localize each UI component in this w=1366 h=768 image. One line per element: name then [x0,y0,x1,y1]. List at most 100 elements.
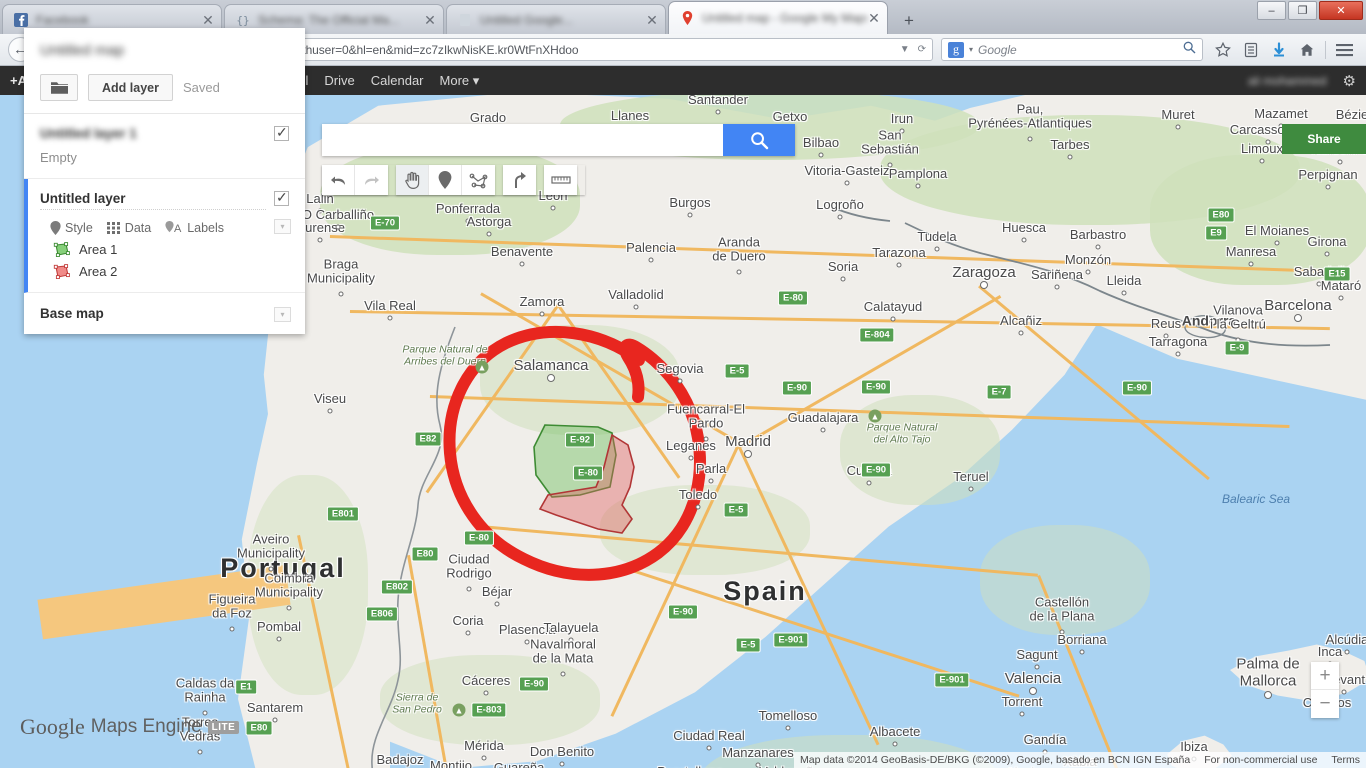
reload-icon[interactable]: ⟳ [918,44,926,55]
city-dot [1259,158,1265,164]
browser-tab-title: Untitled map - Google My Maps [702,11,867,25]
city-dot [197,749,203,755]
chevron-down-icon[interactable]: ▼ [900,44,910,55]
map-marker-icon [438,171,452,189]
city-dot [1324,251,1330,257]
close-icon[interactable]: ✕ [201,13,215,27]
city-label: Gandía [1023,731,1067,747]
browser-tab-title: Facebook [36,12,89,27]
city-dot [1175,124,1181,130]
menu-icon[interactable] [1330,37,1358,63]
city-dot [1344,649,1350,655]
zoom-out-button[interactable]: − [1311,690,1339,718]
open-folder-button[interactable] [40,74,78,101]
close-icon[interactable]: ✕ [867,11,881,25]
draw-line-button[interactable] [462,165,495,195]
share-button[interactable]: Share [1282,124,1366,154]
layer-tools: Style Data A Labels [50,221,289,235]
city-dot [519,261,525,267]
city-dot [568,637,574,643]
layer-visibility-checkbox[interactable] [274,124,289,141]
search-icon[interactable] [1183,41,1196,59]
city-dot [703,436,709,442]
gbar-item-more[interactable]: More ▾ [440,73,480,89]
layer-feature-item[interactable]: Area 1 [53,242,289,257]
terrain-patch [480,325,680,435]
bookmark-star-icon[interactable] [1209,37,1237,63]
layer-tool-data[interactable]: Data [106,221,151,235]
map-search-container[interactable] [322,124,795,156]
layer-item-active[interactable]: Untitled layer Style Data A Labels [24,179,305,293]
browser-tab-title: Schema: The Official Ma... [258,12,399,27]
close-icon[interactable]: ✕ [423,13,437,27]
city-dot [695,504,701,510]
terms-link[interactable]: Terms [1331,754,1360,766]
layer-name[interactable]: Untitled layer 1 [40,126,266,141]
layer-empty-label: Empty [40,150,77,165]
city-dot [1054,284,1060,290]
zoom-controls: + − [1311,662,1339,718]
zoom-in-button[interactable]: + [1311,662,1339,690]
polygon-icon [469,173,488,188]
city-dot [1337,159,1343,165]
account-name[interactable]: ali mohammed [1248,74,1327,88]
close-window-button[interactable]: ✕ [1319,1,1363,20]
base-map-caret[interactable]: ▾ [274,307,291,322]
city-label: Ciudad Real [673,727,745,743]
chevron-down-icon: ▾ [472,72,480,88]
map-search-input[interactable] [322,124,723,156]
city-dot [968,486,974,492]
map-search-button[interactable] [723,124,795,156]
city-dot [844,180,850,186]
close-icon[interactable]: ✕ [645,13,659,27]
city-dot [1316,281,1322,287]
gbar-item-drive[interactable]: Drive [324,73,354,88]
browser-tab[interactable]: Untitled Google... ✕ [446,4,666,34]
layer-item[interactable]: Untitled layer 1 Empty [24,114,305,179]
base-map-section[interactable]: Base map ▾ [24,293,305,334]
city-dot [387,315,393,321]
downloads-icon[interactable] [1265,37,1293,63]
add-marker-button[interactable] [429,165,462,195]
layer-visibility-checkbox[interactable] [274,189,289,206]
minimize-button[interactable]: – [1257,1,1286,20]
redo-button[interactable] [355,165,388,195]
data-grid-icon [106,222,120,234]
road-shield: E-901 [773,632,809,648]
layer-feature-item[interactable]: Area 2 [53,264,289,279]
layer-name[interactable]: Untitled layer [40,191,266,210]
new-tab-button[interactable]: + [894,8,924,34]
browser-tab-active[interactable]: Untitled map - Google My Maps ✕ [668,1,888,34]
map-title[interactable]: Untitled map [40,42,289,60]
lite-badge: LITE [207,720,240,734]
svg-text:{}: {} [236,14,249,27]
city-dot [229,626,235,632]
layer-tool-style[interactable]: Style [50,221,93,235]
save-status: Saved [182,80,220,95]
add-directions-button[interactable] [503,165,536,195]
facebook-icon [13,12,29,28]
maps-engine-logo: Google Maps Engine LITE [20,714,240,740]
city-dot [915,183,921,189]
city-dot [899,128,905,134]
chevron-down-icon[interactable]: ▾ [969,45,973,54]
road-shield: E-90 [518,676,550,692]
undo-button[interactable] [322,165,355,195]
maximize-button[interactable]: ❐ [1288,1,1317,20]
doc-icon [457,12,473,28]
city-dot [887,162,893,168]
home-icon[interactable] [1293,37,1321,63]
non-commercial-notice: For non-commercial use [1204,754,1318,766]
road-shield: E-5 [723,502,749,518]
layer-tool-labels[interactable]: A Labels [165,221,224,235]
gear-icon[interactable]: ⚙ [1343,72,1356,90]
road-shield: E-92 [564,432,596,448]
add-layer-button[interactable]: Add layer [88,74,173,101]
pan-tool-button[interactable] [396,165,429,195]
gbar-item-calendar[interactable]: Calendar [371,73,424,88]
layer-options-caret[interactable]: ▾ [274,219,291,234]
library-icon[interactable] [1237,37,1265,63]
browser-search-box[interactable]: g ▾ Google [941,38,1203,61]
measure-button[interactable] [544,165,577,195]
city-dot [1079,649,1085,655]
